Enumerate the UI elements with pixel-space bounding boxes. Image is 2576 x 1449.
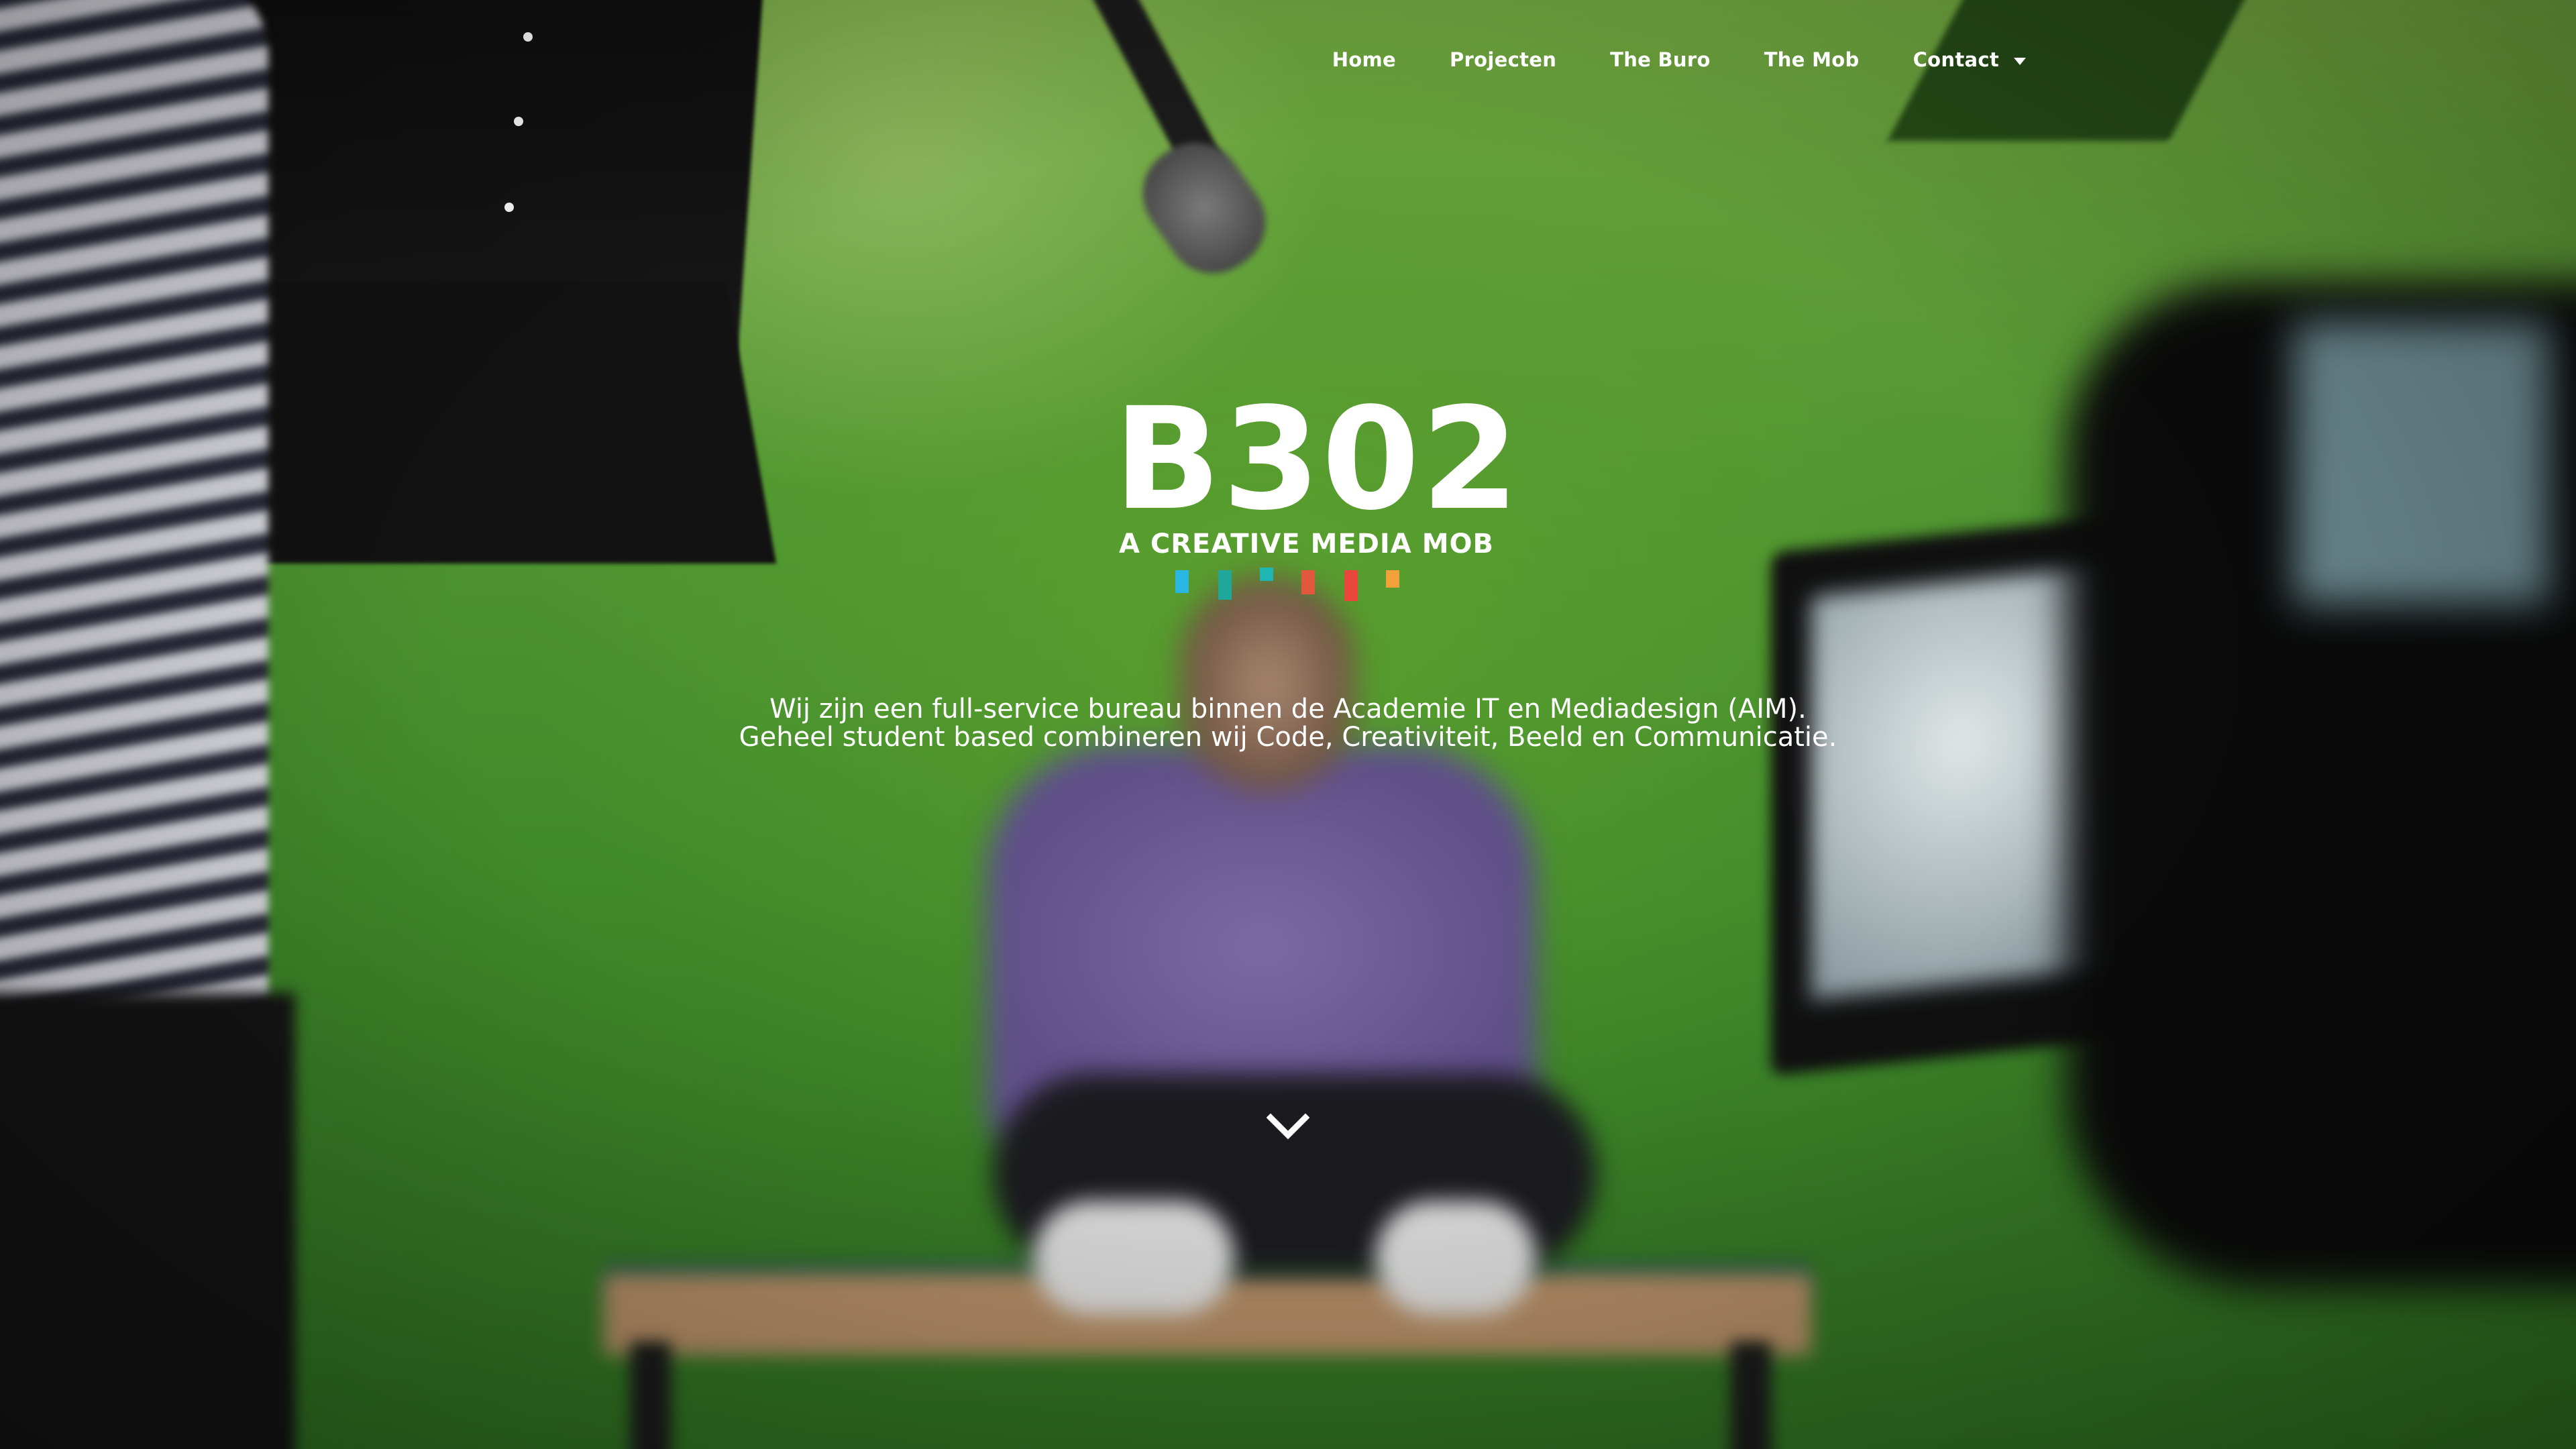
main-nav: Home Projecten The Buro The Mob Contact [1279, 48, 2026, 71]
tagline-line-1: Wij zijn een full-service bureau binnen … [769, 694, 1807, 724]
nav-the-buro-label: The Buro [1610, 48, 1711, 71]
nav-contact[interactable]: Contact [1913, 48, 2026, 71]
nav-home[interactable]: Home [1332, 48, 1396, 71]
scroll-down-button[interactable] [1266, 1106, 1310, 1148]
nav-the-buro[interactable]: The Buro [1610, 48, 1711, 71]
hero-section: Home Projecten The Buro The Mob Contact … [0, 0, 2576, 1449]
nav-home-label: Home [1332, 48, 1396, 71]
chevron-down-icon [1266, 1113, 1310, 1140]
caret-down-icon[interactable] [2014, 57, 2026, 65]
logo-color-bars [1114, 568, 1462, 608]
tagline-line-2: Geheel student based combineren wij Code… [739, 722, 1837, 753]
logo-bar [1344, 570, 1358, 601]
logo-subtitle: A CREATIVE MEDIA MOB [1119, 529, 1494, 559]
logo-bar [1386, 570, 1399, 588]
logo-bar [1218, 570, 1232, 600]
brand-logo: B302 A CREATIVE MEDIA MOB [1114, 377, 1521, 608]
logo-title: B302 [1114, 377, 1521, 541]
logo-bar [1260, 568, 1273, 581]
nav-the-mob-label: The Mob [1764, 48, 1860, 71]
nav-projecten[interactable]: Projecten [1450, 48, 1556, 71]
nav-contact-label: Contact [1913, 48, 1999, 71]
logo-bar [1301, 570, 1315, 594]
hero-tagline: Wij zijn een full-service bureau binnen … [0, 695, 2576, 751]
nav-projecten-label: Projecten [1449, 48, 1557, 71]
logo-bar [1175, 570, 1189, 593]
nav-the-mob[interactable]: The Mob [1764, 48, 1860, 71]
